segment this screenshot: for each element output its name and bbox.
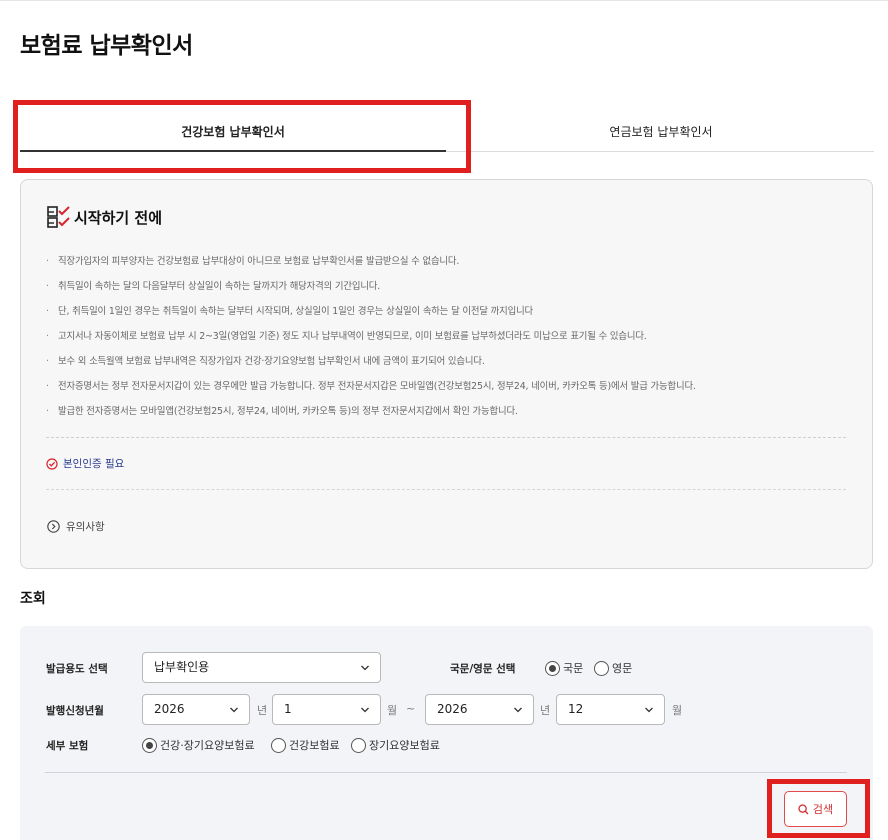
from-month-select[interactable]: 1	[272, 694, 381, 725]
radio-circle	[271, 737, 286, 753]
notice-item: · 단, 취득일이 1일인 경우는 취득일이 속하는 달부터 시작되며, 상실일이…	[46, 306, 534, 317]
year-unit: 년	[540, 704, 551, 717]
chevron-down-icon	[361, 707, 369, 713]
purpose-select[interactable]: 납부확인용	[142, 652, 381, 683]
range-tilde: ~	[406, 702, 416, 715]
radio-health-longterm[interactable]: 건강·장기요양보험료	[142, 737, 255, 753]
to-year-select[interactable]: 2026	[425, 694, 534, 725]
auth-required-label: 본인인증 필요	[63, 458, 125, 470]
chevron-down-icon	[230, 707, 238, 713]
notice-box: 시작하기 전에 · 직장가입자의 피부양자는 건강보험료 납부대상이 아니므로 보…	[20, 179, 873, 569]
chevron-down-icon	[361, 665, 369, 671]
notice-item: · 직장가입자의 피부양자는 건강보험료 납부대상이 아니므로 보험료 납부확인서…	[46, 256, 460, 267]
notice-item: · 발급한 전자증명서는 모바일앱(건강보험25시, 정부24, 네이버, 카카오…	[46, 406, 518, 417]
tab-health-insurance[interactable]: 건강보험 납부확인서	[20, 112, 446, 152]
year-unit: 년	[257, 704, 268, 717]
radio-circle	[142, 737, 157, 753]
purpose-label: 발급용도 선택	[46, 663, 108, 675]
radio-korean[interactable]: 국문	[545, 660, 583, 676]
chevron-down-icon	[514, 707, 522, 713]
notice-divider	[46, 437, 846, 438]
notice-list: · 직장가입자의 피부양자는 건강보험료 납부대상이 아니므로 보험료 납부확인서…	[46, 256, 696, 431]
from-year-select[interactable]: 2026	[142, 694, 250, 725]
detail-insurance-label: 세부 보험	[46, 740, 89, 752]
page-title: 보험료 납부확인서	[20, 33, 193, 59]
notice-item: · 보수 외 소득월액 보험료 납부내역은 직장가입자 건강·장기요양보험 납부확…	[46, 356, 485, 367]
search-button[interactable]: 검색	[784, 791, 847, 827]
search-panel: 발급용도 선택 납부확인용 국문/영문 선택 국문 영문 발행신청년월 2026…	[20, 626, 873, 840]
check-circle-icon	[46, 457, 58, 470]
notice-item: · 전자증명서는 정부 전자문서지갑이 있는 경우에만 발급 가능합니다. 정부 …	[46, 381, 696, 392]
month-unit: 월	[387, 704, 398, 717]
to-month-select[interactable]: 12	[556, 694, 665, 725]
caution-label: 유의사항	[66, 521, 105, 533]
period-label: 발행신청년월	[46, 705, 104, 717]
notice-item: · 취득일이 속하는 달의 다음달부터 상실일이 속하는 달까지가 해당자격의 기…	[46, 281, 381, 292]
radio-longterm[interactable]: 장기요양보험료	[351, 737, 440, 753]
checklist-icon	[47, 206, 70, 228]
radio-health[interactable]: 건강보험료	[271, 737, 340, 753]
radio-english[interactable]: 영문	[594, 660, 632, 676]
radio-circle	[594, 660, 609, 676]
notice-title: 시작하기 전에	[74, 208, 163, 227]
lang-label: 국문/영문 선택	[450, 663, 516, 675]
auth-required-notice: 본인인증 필요	[46, 456, 124, 471]
radio-circle	[545, 660, 560, 676]
tab-pension-insurance[interactable]: 연금보험 납부확인서	[448, 112, 874, 152]
month-unit: 월	[672, 704, 683, 717]
notice-header: 시작하기 전에	[46, 204, 162, 230]
caution-toggle[interactable]: 유의사항	[47, 519, 105, 534]
top-divider	[0, 0, 888, 1]
notice-divider	[46, 489, 846, 490]
search-section-title: 조회	[20, 591, 46, 607]
tab-bar: 건강보험 납부확인서 연금보험 납부확인서	[20, 112, 874, 152]
chevron-right-circle-icon	[47, 520, 60, 533]
notice-item: · 고지서나 자동이체로 보험료 납부 시 2~3일(영업일 기준) 정도 지나 …	[46, 331, 647, 342]
radio-circle	[351, 737, 366, 753]
panel-divider	[45, 772, 847, 773]
search-icon	[798, 803, 809, 814]
chevron-down-icon	[645, 707, 653, 713]
